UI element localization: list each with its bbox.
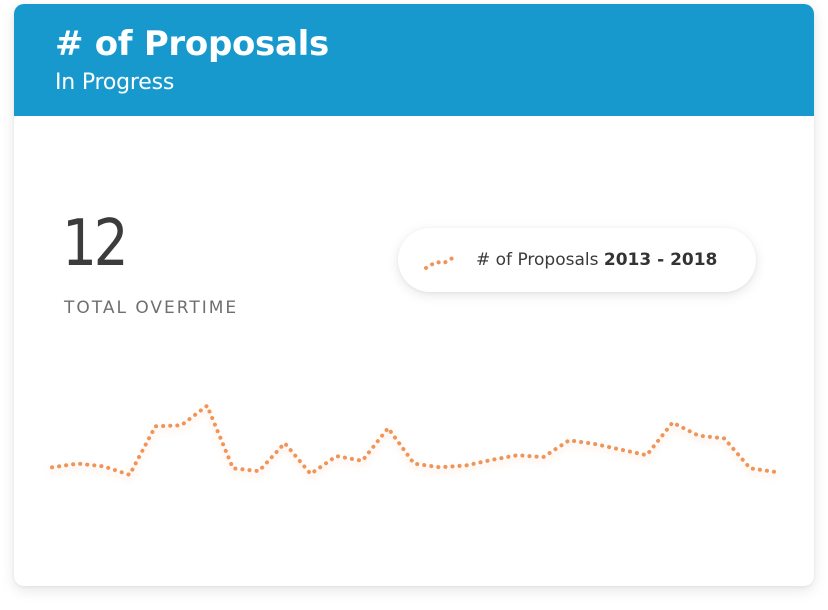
total-label: TOTAL OVERTIME bbox=[64, 298, 239, 318]
proposals-card: # of Proposals In Progress 12 TOTAL OVER… bbox=[14, 4, 814, 586]
data-point bbox=[204, 403, 210, 409]
data-point bbox=[49, 464, 55, 470]
line-chart bbox=[49, 403, 779, 478]
data-point bbox=[411, 461, 417, 467]
data-point bbox=[514, 452, 520, 458]
data-point bbox=[721, 435, 727, 441]
data-point bbox=[385, 425, 391, 431]
data-point bbox=[566, 437, 572, 443]
data-point bbox=[152, 423, 158, 429]
data-point bbox=[230, 465, 236, 471]
data-point bbox=[592, 441, 598, 447]
data-point bbox=[359, 458, 365, 464]
chart-legend: # of Proposals 2013 - 2018 bbox=[398, 228, 756, 292]
legend-range: 2013 - 2018 bbox=[603, 250, 718, 270]
data-point bbox=[256, 468, 262, 474]
card-header: # of Proposals In Progress bbox=[14, 4, 814, 116]
data-point bbox=[127, 472, 133, 478]
data-point bbox=[178, 422, 184, 428]
data-point bbox=[773, 469, 779, 475]
data-point bbox=[644, 452, 650, 458]
card-title: # of Proposals bbox=[55, 24, 329, 64]
data-point bbox=[333, 453, 339, 459]
data-point bbox=[618, 447, 624, 453]
legend-swatch-icon bbox=[424, 254, 458, 270]
data-point bbox=[101, 463, 107, 469]
data-point bbox=[75, 461, 81, 467]
card-subtitle: In Progress bbox=[55, 70, 175, 95]
data-point bbox=[437, 464, 443, 470]
data-point bbox=[308, 471, 314, 477]
data-point bbox=[282, 440, 288, 446]
data-point bbox=[747, 465, 753, 471]
data-point bbox=[670, 420, 676, 426]
data-point bbox=[463, 463, 469, 469]
data-point bbox=[489, 457, 495, 463]
data-point bbox=[540, 454, 546, 460]
legend-label: # of Proposals 2013 - 2018 bbox=[476, 248, 717, 272]
total-value: 12 bbox=[62, 207, 129, 281]
legend-series-name: # of Proposals bbox=[476, 250, 599, 270]
data-point bbox=[695, 433, 701, 439]
